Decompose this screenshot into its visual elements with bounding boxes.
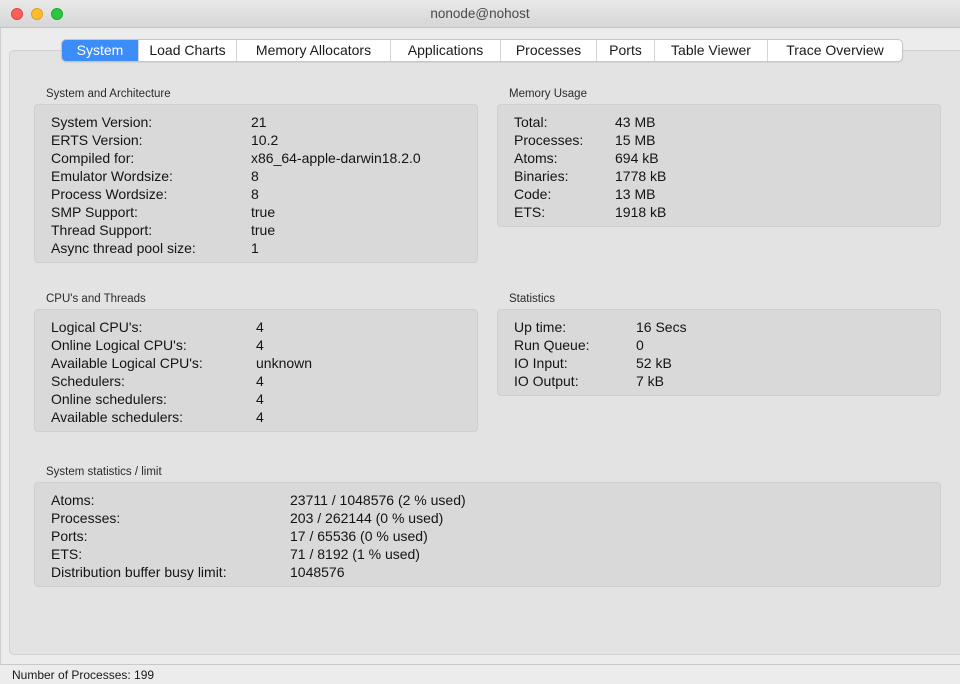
row-label: Code: — [514, 186, 552, 202]
row-label: Online Logical CPU's: — [51, 337, 187, 353]
row-value: 71 / 8192 (1 % used) — [290, 546, 420, 562]
row-value: 4 — [256, 391, 264, 407]
close-window-button[interactable] — [11, 8, 23, 20]
row-label: SMP Support: — [51, 204, 138, 220]
row-label: IO Input: — [514, 355, 568, 371]
row-label: Schedulers: — [51, 373, 125, 389]
row-label: Logical CPU's: — [51, 319, 143, 335]
row-value: 4 — [256, 337, 264, 353]
row-value: 1778 kB — [615, 168, 667, 184]
window-left-border — [0, 28, 1, 664]
tab-ports[interactable]: Ports — [596, 40, 654, 61]
row-label: Emulator Wordsize: — [51, 168, 173, 184]
status-bar: Number of Processes: 199 — [0, 664, 960, 684]
row-value: 13 MB — [615, 186, 656, 202]
row-value: 8 — [251, 186, 259, 202]
row-value: 21 — [251, 114, 267, 130]
statistics-panel: Up time: 16 Secs Run Queue: 0 IO Input: … — [497, 309, 941, 396]
tab-processes[interactable]: Processes — [500, 40, 596, 61]
row-value: 1 — [251, 240, 259, 256]
row-value: 17 / 65536 (0 % used) — [290, 528, 428, 544]
row-value: 8 — [251, 168, 259, 184]
minimize-window-button[interactable] — [31, 8, 43, 20]
row-label: Process Wordsize: — [51, 186, 168, 202]
tab-table-viewer[interactable]: Table Viewer — [654, 40, 767, 61]
row-value: 1918 kB — [615, 204, 667, 220]
row-value: 0 — [636, 337, 644, 353]
row-label: Run Queue: — [514, 337, 590, 353]
row-value: 1048576 — [290, 564, 345, 580]
row-value: 43 MB — [615, 114, 656, 130]
row-value: 16 Secs — [636, 319, 687, 335]
row-label: Processes: — [51, 510, 121, 526]
tab-trace-overview[interactable]: Trace Overview — [767, 40, 902, 61]
row-value: 4 — [256, 409, 264, 425]
title-bar[interactable]: nonode@nohost — [0, 0, 960, 28]
status-text: Number of Processes: 199 — [12, 668, 155, 682]
row-value: true — [251, 222, 276, 238]
limits-title: System statistics / limit — [46, 466, 162, 478]
row-value: x86_64-apple-darwin18.2.0 — [251, 150, 421, 166]
row-label: ETS: — [51, 546, 83, 562]
row-label: Compiled for: — [51, 150, 135, 166]
memory-usage-panel: Total: 43 MB Processes: 15 MB Atoms: 694… — [497, 104, 941, 227]
row-label: Binaries: — [514, 168, 569, 184]
row-label: ERTS Version: — [51, 132, 143, 148]
row-value: 52 kB — [636, 355, 672, 371]
limits-panel: Atoms: 23711 / 1048576 (2 % used) Proces… — [34, 482, 941, 587]
row-label: Thread Support: — [51, 222, 153, 238]
row-label: Ports: — [51, 528, 88, 544]
row-label: Distribution buffer busy limit: — [51, 564, 227, 580]
row-label: Total: — [514, 114, 548, 130]
row-value: 4 — [256, 319, 264, 335]
row-label: Available schedulers: — [51, 409, 184, 425]
system-architecture-title: System and Architecture — [46, 88, 171, 100]
tab-system[interactable]: System — [62, 40, 138, 61]
row-value: 7 kB — [636, 373, 665, 389]
tab-applications[interactable]: Applications — [390, 40, 500, 61]
statistics-title: Statistics — [509, 293, 556, 305]
row-value: 203 / 262144 (0 % used) — [290, 510, 444, 526]
row-value: 10.2 — [251, 132, 279, 148]
memory-usage-title: Memory Usage — [509, 88, 587, 100]
row-label: Online schedulers: — [51, 391, 167, 407]
system-architecture-panel: System Version: 21 ERTS Version: 10.2 Co… — [34, 104, 478, 263]
observer-window: nonode@nohost System Load Charts Memory … — [0, 0, 960, 684]
row-value: true — [251, 204, 276, 220]
row-label: IO Output: — [514, 373, 579, 389]
row-label: Atoms: — [51, 492, 95, 508]
tab-bar: System Load Charts Memory Allocators App… — [61, 39, 903, 62]
zoom-window-button[interactable] — [51, 8, 63, 20]
row-label: Processes: — [514, 132, 584, 148]
row-value: unknown — [256, 355, 313, 371]
window-title: nonode@nohost — [430, 6, 530, 21]
tab-memory-allocators[interactable]: Memory Allocators — [236, 40, 390, 61]
row-label: Up time: — [514, 319, 567, 335]
row-label: Async thread pool size: — [51, 240, 196, 256]
row-value: 4 — [256, 373, 264, 389]
row-label: Available Logical CPU's: — [51, 355, 203, 371]
row-value: 15 MB — [615, 132, 656, 148]
cpu-threads-title: CPU's and Threads — [46, 293, 146, 305]
tab-load-charts[interactable]: Load Charts — [138, 40, 236, 61]
row-value: 23711 / 1048576 (2 % used) — [290, 492, 466, 508]
row-label: Atoms: — [514, 150, 558, 166]
cpu-threads-panel: Logical CPU's: 4 Online Logical CPU's: 4… — [34, 309, 478, 432]
row-label: ETS: — [514, 204, 546, 220]
row-label: System Version: — [51, 114, 153, 130]
row-value: 694 kB — [615, 150, 659, 166]
